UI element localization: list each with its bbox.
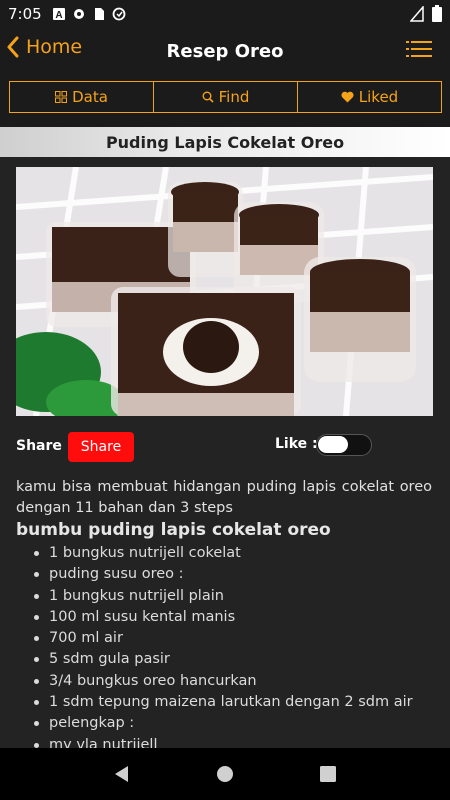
list-item: 3/4 bungkus oreo hancurkan	[34, 671, 413, 692]
chevron-left-icon	[7, 36, 19, 58]
list-item: 1 sdm tepung maizena larutkan dengan 2 s…	[34, 692, 413, 713]
back-triangle-icon[interactable]	[113, 765, 131, 783]
tab-find[interactable]: Find	[154, 82, 298, 112]
tab-data-label: Data	[72, 88, 108, 106]
status-time: 7:05	[8, 5, 42, 23]
list-item: 1 bungkus nutrijell cokelat	[34, 543, 413, 564]
status-icons: A	[52, 7, 126, 21]
menu-button[interactable]	[406, 40, 432, 62]
search-icon	[202, 91, 214, 103]
pudding-photo-illustration	[16, 167, 433, 416]
recipe-description: kamu bisa membuat hidangan puding lapis …	[16, 479, 432, 516]
share-label: Share :	[16, 438, 73, 454]
recipe-photo	[16, 167, 433, 416]
list-item: 5 sdm gula pasir	[34, 649, 413, 670]
home-circle-icon[interactable]	[216, 765, 234, 783]
signal-icon	[410, 5, 424, 22]
tab-liked[interactable]: Liked	[298, 82, 441, 112]
home-back-button[interactable]: Home	[6, 36, 82, 58]
list-item: 100 ml susu kental manis	[34, 607, 413, 628]
hamburger-list-icon	[406, 41, 432, 57]
status-bar: 7:05 A	[0, 0, 450, 28]
share-like-row: Share : Share Like :	[16, 430, 434, 462]
list-item: 1 bungkus nutrijell plain	[34, 586, 413, 607]
battery-icon	[432, 5, 442, 22]
svg-text:A: A	[55, 10, 62, 21]
back-label: Home	[26, 36, 83, 58]
like-label: Like :	[275, 436, 318, 452]
settings-gear-icon	[73, 9, 84, 19]
recents-square-icon[interactable]	[319, 765, 337, 783]
autofill-icon: A	[52, 8, 65, 21]
ingredients-heading: bumbu puding lapis cokelat oreo	[16, 520, 331, 540]
list-item: 700 ml air	[34, 628, 413, 649]
recipe-title: Puding Lapis Cokelat Oreo	[0, 127, 450, 157]
tab-bar: Data Find Liked	[9, 81, 442, 113]
like-toggle[interactable]	[316, 434, 372, 456]
like-toggle-knob	[318, 436, 348, 453]
tab-liked-label: Liked	[358, 88, 399, 106]
heart-icon	[341, 91, 354, 103]
grid-icon	[55, 91, 68, 103]
status-right	[410, 5, 442, 22]
list-item: pelengkap :	[34, 713, 413, 734]
tab-data[interactable]: Data	[10, 82, 154, 112]
list-item: puding susu oreo :	[34, 564, 413, 585]
system-nav-bar	[0, 748, 450, 800]
recipe-content[interactable]: Puding Lapis Cokelat Oreo Share: Share …	[0, 127, 450, 748]
data-saver-icon	[112, 7, 126, 21]
sd-card-icon	[94, 8, 104, 20]
app-bar: Home Resep Oreo	[0, 28, 450, 74]
tab-find-label: Find	[218, 88, 250, 106]
ingredients-list: 1 bungkus nutrijell cokelat puding susu …	[34, 543, 413, 748]
list-item: my vla nutrijell	[34, 735, 413, 748]
share-button[interactable]: Share	[68, 432, 134, 462]
